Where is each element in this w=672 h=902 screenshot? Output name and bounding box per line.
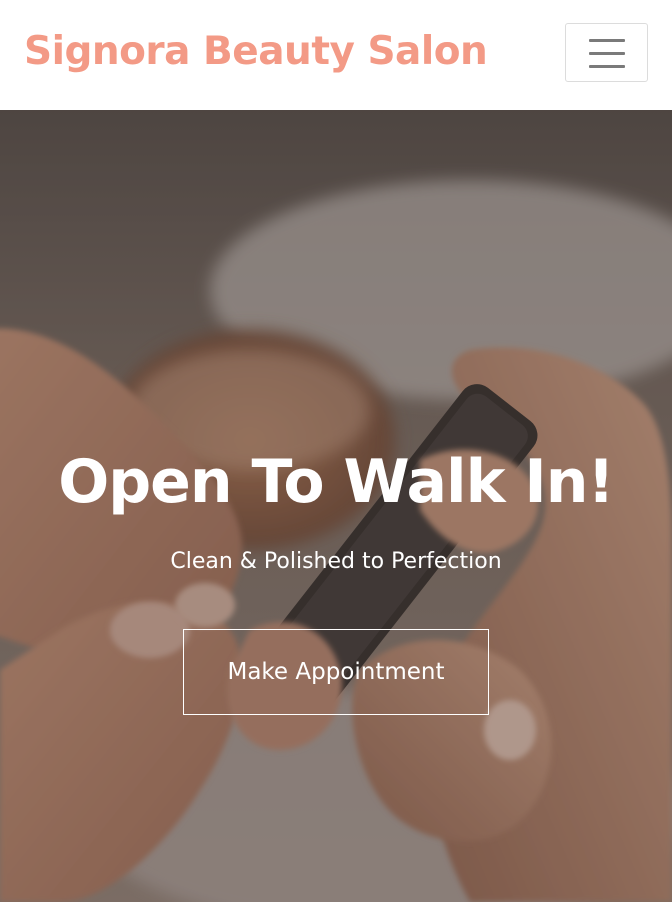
menu-toggle-button[interactable] bbox=[565, 23, 648, 82]
hero-subtitle: Clean & Polished to Perfection bbox=[170, 549, 502, 574]
hero-section: Open To Walk In! Clean & Polished to Per… bbox=[0, 110, 672, 902]
hero-title: Open To Walk In! bbox=[58, 447, 615, 517]
make-appointment-button[interactable]: Make Appointment bbox=[183, 629, 489, 715]
navbar: Signora Beauty Salon bbox=[0, 0, 672, 110]
brand-logo-text[interactable]: Signora Beauty Salon bbox=[24, 26, 488, 78]
